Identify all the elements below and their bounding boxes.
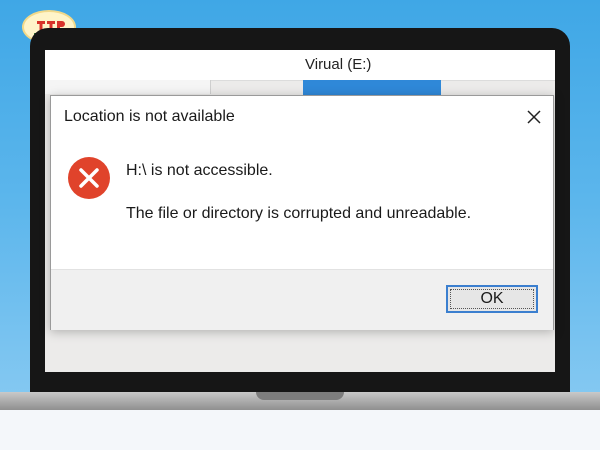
background-window-titlebar: Virual (E:) xyxy=(45,50,555,81)
dialog-title: Location is not available xyxy=(64,108,235,125)
laptop-notch xyxy=(256,392,344,400)
close-button[interactable] xyxy=(521,104,547,130)
ok-button[interactable]: OK xyxy=(446,285,538,313)
error-message-primary: H:\ is not accessible. xyxy=(126,162,273,179)
desk-surface xyxy=(0,410,600,450)
background-window-selected-area xyxy=(303,80,441,96)
background-window-title: Virual (E:) xyxy=(305,56,372,73)
background-window-panel xyxy=(45,80,211,94)
error-icon xyxy=(68,157,110,199)
close-icon xyxy=(527,110,541,124)
dialog-footer: OK xyxy=(51,269,553,330)
focus-ring xyxy=(450,289,534,309)
error-message-secondary: The file or directory is corrupted and u… xyxy=(126,205,472,222)
error-dialog: Location is not available H:\ is not acc… xyxy=(50,95,554,330)
